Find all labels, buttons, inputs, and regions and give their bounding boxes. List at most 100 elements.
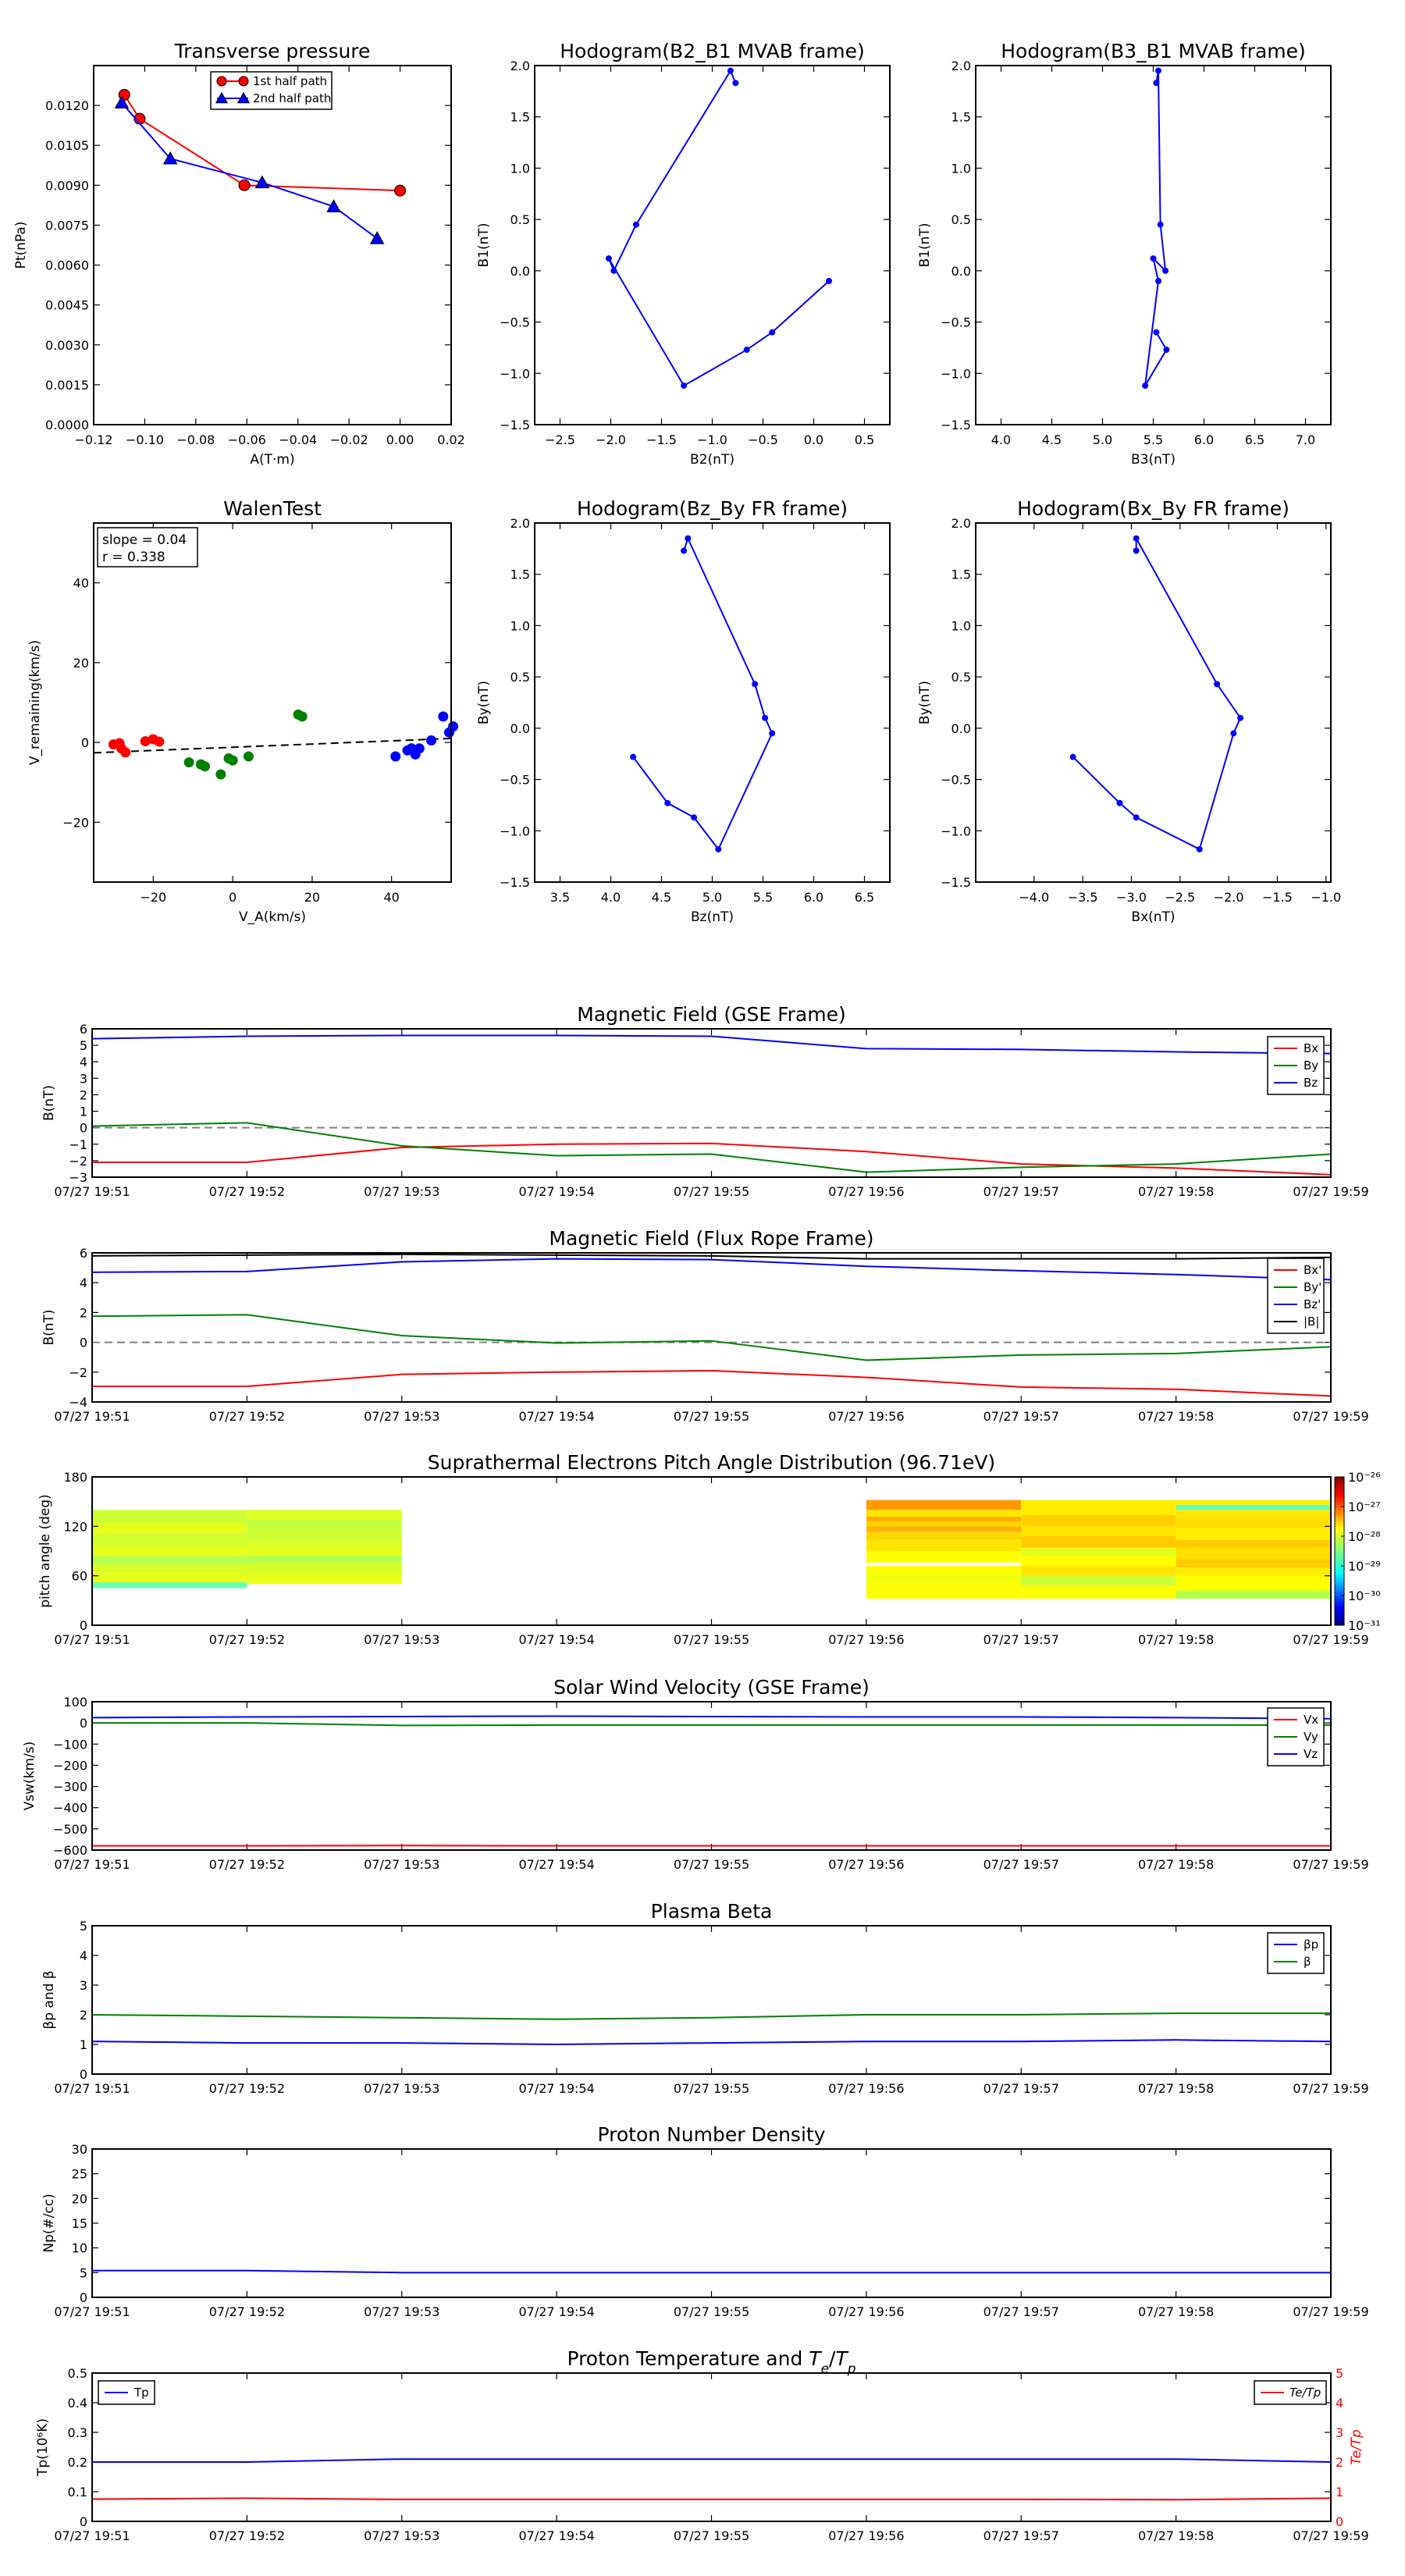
time-tick-label: 07/27 19:58 bbox=[1138, 1632, 1214, 1647]
time-tick-label: 07/27 19:51 bbox=[54, 2528, 130, 2543]
time-tick-label: 07/27 19:51 bbox=[54, 1632, 130, 1647]
chart-title: Magnetic Field (Flux Rope Frame) bbox=[549, 1227, 873, 1250]
y-tick-label: 3 bbox=[80, 1978, 87, 1993]
heatmap-cell bbox=[1176, 1510, 1331, 1520]
data-point bbox=[215, 769, 226, 780]
y-tick-label: 0.5 bbox=[510, 670, 530, 685]
data-point bbox=[154, 736, 165, 747]
y-tick-label: 0.5 bbox=[510, 212, 530, 227]
time-tick-label: 07/27 19:58 bbox=[1138, 1184, 1214, 1199]
time-tick-label: 07/27 19:55 bbox=[674, 2528, 749, 2543]
time-tick-label: 07/27 19:57 bbox=[984, 1409, 1059, 1424]
x-axis-label: A(T·m) bbox=[250, 452, 294, 468]
plot-frame bbox=[534, 522, 891, 883]
time-tick-label: 07/27 19:56 bbox=[828, 1184, 904, 1199]
x-axis-label: B2(nT) bbox=[690, 452, 735, 468]
time-tick-label: 07/27 19:58 bbox=[1138, 2081, 1214, 2096]
figure: Transverse pressure A(T·m) Pt(nPa) −0.12 −0.… bbox=[13, 40, 1381, 2543]
time-tick-label: 07/27 19:56 bbox=[828, 1409, 904, 1424]
time-tick-label: 07/27 19:54 bbox=[518, 1857, 594, 1872]
y-tick-label: −2 bbox=[69, 1365, 87, 1380]
time-tick-label: 07/27 19:56 bbox=[828, 2528, 904, 2543]
x-tick-label: 6.5 bbox=[1245, 432, 1264, 447]
y-axis-label: By(nT) bbox=[917, 681, 933, 724]
heatmap-cell bbox=[866, 1551, 1022, 1563]
y-tick-label: 1.0 bbox=[510, 618, 530, 633]
heatmap-cell bbox=[866, 1516, 1022, 1521]
legend-label: 1st half path bbox=[253, 74, 327, 88]
heatmap-cell bbox=[866, 1510, 1022, 1517]
time-tick-label: 07/27 19:53 bbox=[364, 1184, 439, 1199]
time-tick-label: 07/27 19:51 bbox=[54, 1409, 130, 1424]
time-tick-label: 07/27 19:59 bbox=[1293, 2528, 1368, 2543]
data-point bbox=[1153, 80, 1160, 87]
series-line bbox=[1072, 535, 1242, 851]
data-point bbox=[414, 743, 425, 754]
y-axis-label-right: Te/Tp bbox=[1349, 2429, 1364, 2465]
time-tick-label: 07/27 19:52 bbox=[209, 1409, 285, 1424]
heatmap-cell bbox=[247, 1572, 402, 1585]
data-point bbox=[1142, 382, 1149, 390]
legend-label: By' bbox=[1304, 1280, 1321, 1294]
y-tick-label: 0.0060 bbox=[45, 258, 89, 273]
y-axis-label: V_remaining(km/s) bbox=[27, 640, 43, 765]
x-axis-label: B3(nT) bbox=[1131, 452, 1176, 468]
data-point bbox=[326, 199, 341, 212]
plot-frame bbox=[975, 522, 1332, 883]
time-tick-label: 07/27 19:52 bbox=[209, 2528, 285, 2543]
time-tick-label: 07/27 19:53 bbox=[364, 2528, 439, 2543]
x-tick-label: 7.0 bbox=[1296, 432, 1315, 447]
heatmap-cell bbox=[1021, 1575, 1176, 1586]
y-tick-label: 2.0 bbox=[510, 516, 530, 531]
plot-frame bbox=[91, 2148, 1332, 2298]
time-tick-label: 07/27 19:59 bbox=[1293, 1857, 1368, 1872]
x-tick-label: 0.0 bbox=[804, 432, 823, 447]
series-line bbox=[91, 1258, 1332, 1281]
heatmap-cell bbox=[92, 1523, 247, 1533]
heatmap-cell bbox=[92, 1510, 247, 1524]
data-point bbox=[769, 329, 776, 336]
heatmap-cell bbox=[247, 1519, 402, 1528]
y-axis-label: By(nT) bbox=[476, 681, 492, 724]
heatmap-cell bbox=[1021, 1547, 1176, 1557]
data-point bbox=[1069, 753, 1076, 760]
time-tick-label: 07/27 19:53 bbox=[364, 1409, 439, 1424]
series-line bbox=[632, 535, 774, 851]
y-tick-label: 2 bbox=[80, 1087, 87, 1102]
data-point bbox=[1196, 845, 1203, 852]
x-tick-label: 4.0 bbox=[601, 890, 621, 905]
chart-hodogram_bz_by: Hodogram(Bz_By FR frame) Bz(nT) By(nT) 3.5 4… bbox=[476, 497, 891, 925]
y-axis-label: Tp(10⁶K) bbox=[35, 2418, 51, 2477]
series-line bbox=[121, 102, 378, 240]
time-tick-label: 07/27 19:55 bbox=[674, 2304, 749, 2319]
y-tick-label-right: 4 bbox=[1336, 2396, 1343, 2411]
time-tick-label: 07/27 19:53 bbox=[364, 2304, 439, 2319]
data-point bbox=[605, 255, 612, 262]
y-axis-label: βp and β bbox=[41, 1970, 57, 2029]
chart-transverse_pressure: Transverse pressure A(T·m) Pt(nPa) −0.12 −0.… bbox=[13, 40, 465, 468]
y-tick-label: 0 bbox=[80, 1716, 87, 1731]
heatmap-cell bbox=[92, 1582, 247, 1589]
y-tick-label: −500 bbox=[53, 1822, 87, 1837]
time-tick-label: 07/27 19:58 bbox=[1138, 1409, 1214, 1424]
chart-mag_fr: Magnetic Field (Flux Rope Frame) B(nT) −4 −… bbox=[41, 1227, 1369, 1424]
y-tick-label: 0 bbox=[80, 1121, 87, 1136]
y-tick-label: −1.0 bbox=[941, 366, 971, 381]
series-line bbox=[92, 1369, 1332, 1397]
y-tick-label: −1.0 bbox=[941, 824, 971, 838]
data-point bbox=[1155, 278, 1161, 284]
data-point bbox=[227, 755, 238, 766]
time-tick-label: 07/27 19:55 bbox=[674, 1632, 749, 1647]
y-tick-label: 15 bbox=[72, 2216, 87, 2231]
time-tick-label: 07/27 19:54 bbox=[518, 2528, 594, 2543]
y-tick-label: 2.0 bbox=[951, 516, 971, 531]
x-tick-label: 6.5 bbox=[855, 890, 874, 905]
x-tick-label: 6.0 bbox=[804, 890, 823, 905]
data-point bbox=[238, 179, 251, 191]
data-point bbox=[1237, 714, 1244, 721]
data-point bbox=[369, 231, 385, 244]
heatmap-cell bbox=[1021, 1514, 1176, 1527]
plot-frame bbox=[91, 1252, 1332, 1403]
x-tick-label: −2.0 bbox=[596, 432, 626, 447]
chart-proton_temperature: Proton Temperature and Te/Tp Tp(10⁶K) 0 0.1… bbox=[35, 2347, 1369, 2543]
